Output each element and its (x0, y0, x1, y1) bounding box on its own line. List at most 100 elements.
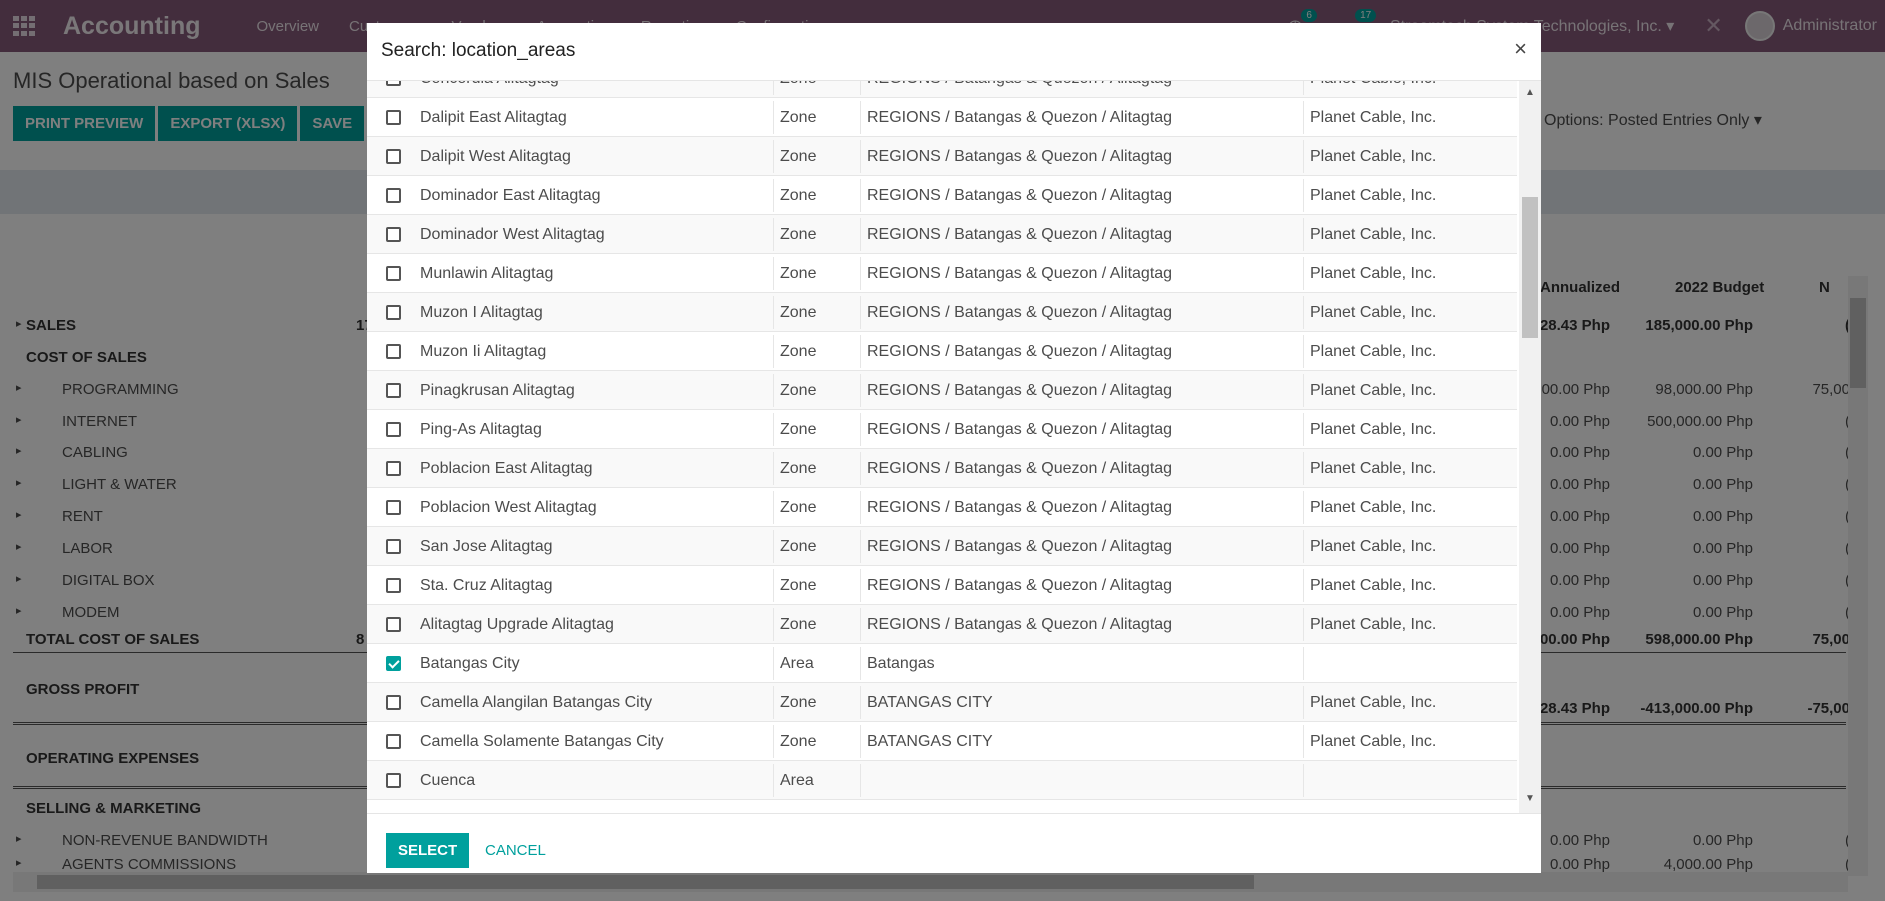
dialog-body: Concordia Alitagtag Zone REGIONS / Batanga… (367, 81, 1541, 813)
area-name: Dominador East Alitagtag (420, 187, 601, 204)
column-divider (860, 296, 861, 329)
list-item[interactable]: Sta. Cruz Alitagtag Zone REGIONS / Batanga… (367, 566, 1517, 605)
row-checkbox[interactable] (386, 422, 401, 437)
column-divider (773, 257, 774, 290)
area-parent: REGIONS / Batangas & Quezon / Alitagtag (867, 148, 1173, 165)
column-divider (1303, 530, 1304, 563)
row-checkbox[interactable] (386, 344, 401, 359)
area-type: Zone (780, 499, 817, 516)
row-checkbox[interactable] (386, 110, 401, 125)
list-item[interactable]: Muzon I Alitagtag Zone REGIONS / Batangas … (367, 293, 1517, 332)
close-icon[interactable]: × (1514, 36, 1527, 62)
select-button[interactable]: SELECT (386, 833, 470, 868)
area-name: Poblacion East Alitagtag (420, 460, 593, 477)
area-type: Zone (780, 187, 817, 204)
column-divider (773, 179, 774, 212)
list-item[interactable]: Poblacion West Alitagtag Zone REGIONS / Ba… (367, 488, 1517, 527)
list-item[interactable]: Alitagtag Upgrade Alitagtag Zone REGIONS /… (367, 605, 1517, 644)
area-parent: REGIONS / Batangas & Quezon / Alitagtag (867, 538, 1173, 555)
column-divider (860, 81, 861, 95)
list-item[interactable]: Dalipit West Alitagtag Zone REGIONS / Bata… (367, 137, 1517, 176)
column-divider (1303, 491, 1304, 524)
row-checkbox[interactable] (386, 539, 401, 554)
column-divider (773, 413, 774, 446)
column-divider (773, 374, 774, 407)
area-parent: REGIONS / Batangas & Quezon / Alitagtag (867, 499, 1173, 516)
list-item[interactable]: Muzon Ii Alitagtag Zone REGIONS / Batangas… (367, 332, 1517, 371)
cancel-button[interactable]: CANCEL (485, 842, 546, 859)
column-divider (1303, 608, 1304, 641)
row-checkbox[interactable] (386, 617, 401, 632)
row-checkbox[interactable] (386, 383, 401, 398)
list-item[interactable]: Camella Alangilan Batangas City Zone BATAN… (367, 683, 1517, 722)
column-divider (860, 413, 861, 446)
location-areas-list: Concordia Alitagtag Zone REGIONS / Batanga… (367, 81, 1517, 800)
column-divider (773, 725, 774, 758)
row-checkbox[interactable] (386, 188, 401, 203)
area-type: Zone (780, 304, 817, 321)
row-checkbox[interactable] (386, 149, 401, 164)
area-company: Planet Cable, Inc. (1310, 577, 1437, 594)
column-divider (860, 725, 861, 758)
area-type: Zone (780, 616, 817, 633)
area-parent: REGIONS / Batangas & Quezon / Alitagtag (867, 81, 1172, 88)
area-name: Pinagkrusan Alitagtag (420, 382, 575, 399)
area-type: Zone (780, 343, 817, 360)
list-item[interactable]: Cuenca Area (367, 761, 1517, 800)
column-divider (1303, 81, 1304, 95)
row-checkbox[interactable] (386, 734, 401, 749)
row-checkbox[interactable] (386, 695, 401, 710)
scroll-down-icon[interactable]: ▼ (1525, 793, 1535, 804)
column-divider (1303, 725, 1304, 758)
column-divider (860, 218, 861, 251)
row-checkbox[interactable] (386, 773, 401, 788)
area-company: Planet Cable, Inc. (1310, 226, 1437, 243)
column-divider (773, 452, 774, 485)
list-item[interactable]: Pinagkrusan Alitagtag Zone REGIONS / Batan… (367, 371, 1517, 410)
area-company: Planet Cable, Inc. (1310, 421, 1437, 438)
area-name: Poblacion West Alitagtag (420, 499, 597, 516)
list-item[interactable]: Batangas City Area Batangas (367, 644, 1517, 683)
area-company: Planet Cable, Inc. (1310, 694, 1437, 711)
scrollbar-thumb[interactable] (1522, 197, 1538, 338)
column-divider (773, 296, 774, 329)
column-divider (1303, 452, 1304, 485)
dialog-title: Search: location_areas (381, 40, 576, 61)
area-type: Area (780, 772, 814, 789)
area-company: Planet Cable, Inc. (1310, 616, 1437, 633)
list-item[interactable]: San Jose Alitagtag Zone REGIONS / Batangas… (367, 527, 1517, 566)
area-company: Planet Cable, Inc. (1310, 81, 1436, 88)
scroll-up-icon[interactable]: ▲ (1525, 87, 1535, 98)
column-divider (1303, 413, 1304, 446)
area-parent: REGIONS / Batangas & Quezon / Alitagtag (867, 616, 1173, 633)
area-parent: BATANGAS CITY (867, 694, 993, 711)
row-checkbox[interactable] (386, 578, 401, 593)
row-checkbox[interactable] (386, 81, 401, 86)
area-type: Area (780, 655, 814, 672)
column-divider (1303, 764, 1304, 797)
list-item[interactable]: Camella Solamente Batangas City Zone BATAN… (367, 722, 1517, 761)
row-checkbox[interactable] (386, 500, 401, 515)
column-divider (860, 101, 861, 134)
list-item[interactable]: Concordia Alitagtag Zone REGIONS / Batanga… (367, 81, 1517, 98)
dialog-vertical-scrollbar[interactable]: ▲ ▼ (1519, 81, 1541, 813)
list-item[interactable]: Ping-As Alitagtag Zone REGIONS / Batangas … (367, 410, 1517, 449)
list-item[interactable]: Dominador East Alitagtag Zone REGIONS / Ba… (367, 176, 1517, 215)
row-checkbox[interactable] (386, 461, 401, 476)
list-item[interactable]: Munlawin Alitagtag Zone REGIONS / Batangas… (367, 254, 1517, 293)
area-name: Muzon I Alitagtag (420, 304, 543, 321)
area-parent: REGIONS / Batangas & Quezon / Alitagtag (867, 460, 1173, 477)
area-name: Dalipit East Alitagtag (420, 109, 567, 126)
list-item[interactable]: Poblacion East Alitagtag Zone REGIONS / Ba… (367, 449, 1517, 488)
row-checkbox[interactable] (386, 656, 401, 671)
row-checkbox[interactable] (386, 266, 401, 281)
column-divider (860, 257, 861, 290)
list-item[interactable]: Dalipit East Alitagtag Zone REGIONS / Bata… (367, 98, 1517, 137)
column-divider (860, 647, 861, 680)
row-checkbox[interactable] (386, 305, 401, 320)
column-divider (1303, 296, 1304, 329)
list-item[interactable]: Dominador West Alitagtag Zone REGIONS / Ba… (367, 215, 1517, 254)
column-divider (773, 608, 774, 641)
area-type: Zone (780, 733, 817, 750)
row-checkbox[interactable] (386, 227, 401, 242)
